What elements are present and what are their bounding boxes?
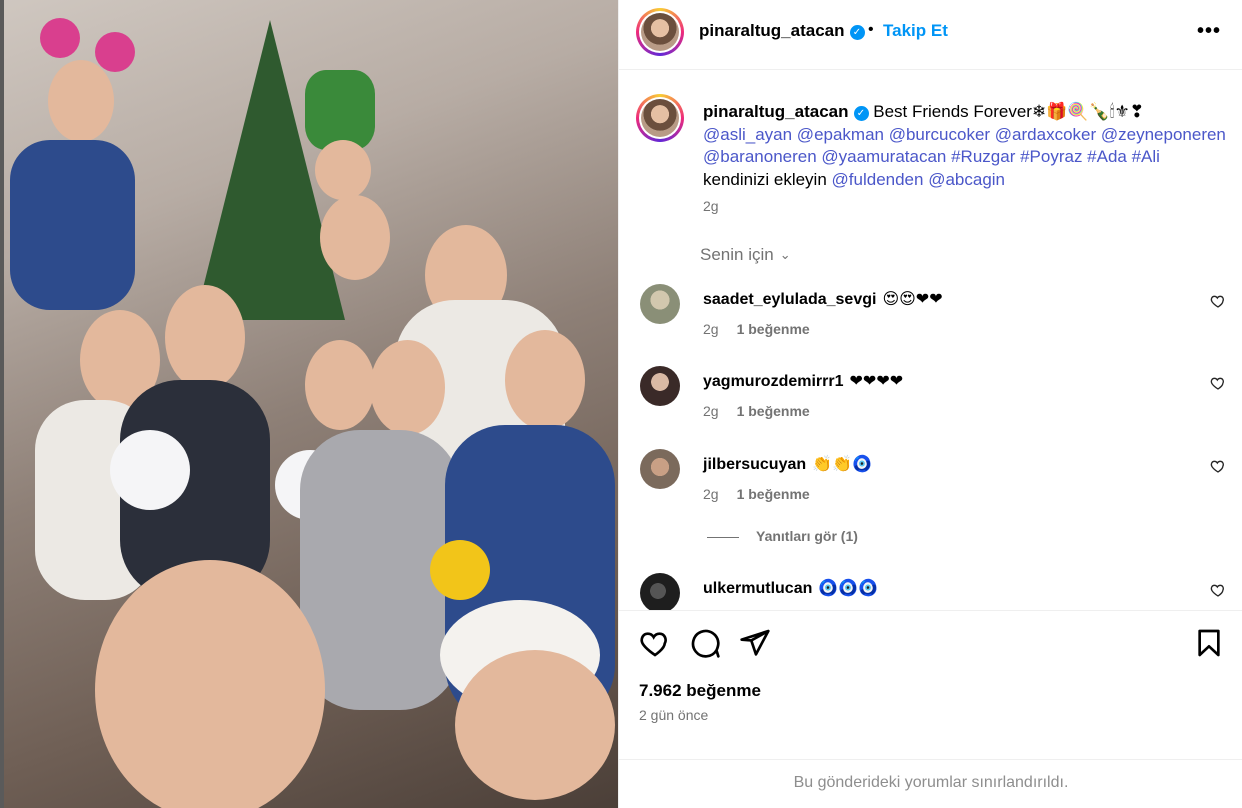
heart-icon[interactable] [639, 627, 671, 659]
caption-mentions-3[interactable]: @fuldenden @abcagin [832, 170, 1005, 189]
verified-badge-icon: ✓ [849, 25, 865, 40]
comment-item: yagmurozdemirrr1 ❤❤❤❤ 2g 1 beğenme [619, 366, 1242, 436]
man-front-face [455, 650, 615, 800]
duck-hat-ear [430, 540, 490, 600]
comment-like-heart-icon[interactable] [1210, 582, 1226, 598]
commenter-avatar[interactable] [640, 573, 680, 610]
post-caption: pinaraltug_atacan ✓ Best Friends Forever❄… [703, 101, 1233, 191]
author-username[interactable]: pinaraltug_atacan ✓ [699, 21, 865, 41]
commenter-username[interactable]: ulkermutlucan [703, 580, 812, 597]
comment-item: ulkermutlucan 🧿🧿🧿 [619, 573, 1242, 610]
comment-item: saadet_eylulada_sevgi 😍😍❤❤ 2g 1 beğenme [619, 284, 1242, 354]
commenter-avatar[interactable] [640, 449, 680, 489]
commenter-username[interactable]: yagmurozdemirrr1 [703, 373, 844, 390]
commenter-avatar[interactable] [640, 366, 680, 406]
caption-plain: kendinizi ekleyin [703, 169, 827, 189]
man-glasses-face [165, 285, 245, 390]
replies-divider [707, 536, 739, 538]
caption-text: Best Friends Forever [873, 102, 1032, 121]
share-icon[interactable] [739, 627, 771, 659]
commenter-avatar[interactable] [640, 284, 680, 324]
minnie-ear-left [40, 18, 80, 58]
likes-count[interactable]: 7.962 beğenme [639, 681, 761, 701]
post-photo[interactable] [0, 0, 618, 808]
girl-shirt [10, 140, 135, 310]
comment-time[interactable]: 2g [703, 321, 719, 337]
comments-scroll-area[interactable]: pinaraltug_atacan ✓ Best Friends Forever❄… [619, 70, 1242, 610]
bookmark-icon[interactable] [1193, 627, 1225, 659]
boy-top-face [315, 140, 371, 200]
post-header: pinaraltug_atacan ✓ • Takip Et ••• [619, 0, 1242, 70]
author-avatar[interactable] [636, 8, 684, 56]
green-hat [305, 70, 375, 150]
follow-button[interactable]: Takip Et [883, 21, 948, 41]
caption-verified-icon: ✓ [853, 106, 869, 121]
comment-like-heart-icon[interactable] [1210, 293, 1226, 309]
caption-avatar[interactable] [636, 94, 684, 142]
comment-text: ❤❤❤❤ [849, 371, 904, 390]
comment-text: 👏👏🧿 [812, 454, 872, 473]
comment-item: jilbersucuyan 👏👏🧿 2g 1 beğenme [619, 449, 1242, 519]
header-separator: • [868, 21, 874, 38]
minnie-ear-right [95, 32, 135, 72]
chevron-down-icon: ⌄ [779, 247, 791, 262]
comment-icon[interactable] [689, 627, 721, 659]
comment-time[interactable]: 2g [703, 403, 719, 419]
post-timestamp[interactable]: 2 gün önce [639, 707, 708, 723]
post-side-panel: pinaraltug_atacan ✓ • Takip Et ••• pinara… [618, 0, 1242, 808]
comment-time[interactable]: 2g [703, 486, 719, 502]
commenter-username[interactable]: jilbersucuyan [703, 456, 806, 473]
commenter-username[interactable]: saadet_eylulada_sevgi [703, 291, 876, 308]
caption-emojis: ❄🎁🍭🍾🕯⚜❣ [1031, 102, 1145, 122]
comment-like-heart-icon[interactable] [1210, 458, 1226, 474]
photo-edge [0, 0, 4, 808]
snowflake-left [110, 430, 190, 510]
teen-face [370, 340, 445, 435]
more-options-icon[interactable]: ••• [1197, 20, 1221, 43]
comment-like-heart-icon[interactable] [1210, 375, 1226, 391]
girl-face [48, 60, 114, 142]
comment-likes[interactable]: 1 beğenme [737, 321, 810, 337]
comment-sort-dropdown[interactable]: Senin için ⌄ [700, 245, 791, 265]
restricted-notice: Bu gönderideki yorumlar sınırlandırıldı. [793, 774, 1069, 791]
comment-text: 🧿🧿🧿 [818, 578, 879, 597]
post-actions: 7.962 beğenme 2 gün önce Bu gönderideki … [619, 610, 1242, 808]
comment-text: 😍😍❤❤ [882, 289, 943, 308]
caption-time[interactable]: 2g [703, 198, 719, 214]
caption-mentions-1[interactable]: @asli_ayan @epakman @burcucoker @ardaxco… [703, 125, 1226, 144]
view-replies-button[interactable]: Yanıtları gör (1) [707, 528, 858, 544]
comment-likes[interactable]: 1 beğenme [737, 403, 810, 419]
boy-right-face [505, 330, 585, 430]
caption-username[interactable]: pinaraltug_atacan [703, 102, 849, 121]
caption-mentions-2[interactable]: @baranoneren @yaamuratacan #Ruzgar #Poyr… [703, 147, 1160, 166]
man-back-face [320, 195, 390, 280]
view-replies-label: Yanıtları gör (1) [756, 528, 858, 544]
sort-label: Senin için [700, 245, 774, 264]
woman-front-face [95, 560, 325, 808]
comment-likes[interactable]: 1 beğenme [737, 486, 810, 502]
woman-middle-face [305, 340, 375, 430]
restricted-bar: Bu gönderideki yorumlar sınırlandırıldı. [619, 759, 1242, 808]
